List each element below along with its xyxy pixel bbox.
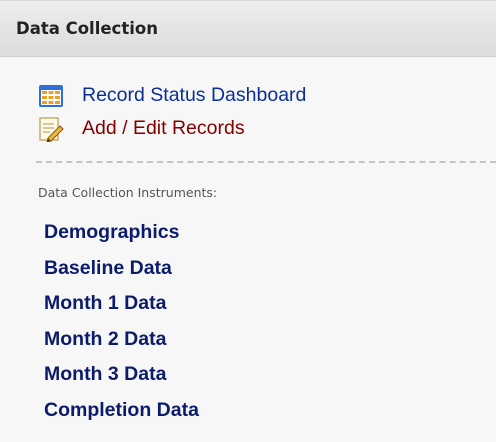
record-status-dashboard-link[interactable]: Record Status Dashboard	[38, 79, 496, 112]
add-edit-records-link[interactable]: Add / Edit Records	[38, 112, 496, 145]
instrument-link-baseline-data[interactable]: Baseline Data	[44, 251, 496, 287]
instrument-link-month-3-data[interactable]: Month 3 Data	[44, 357, 496, 393]
instrument-link-month-1-data[interactable]: Month 1 Data	[44, 286, 496, 322]
panel-body: Record Status Dashboard Add / Edit Recor…	[0, 57, 496, 428]
panel-title: Data Collection	[16, 19, 158, 38]
pencil-document-icon	[39, 116, 64, 142]
divider	[36, 161, 496, 163]
table-grid-icon	[39, 84, 63, 107]
instruments-heading: Data Collection Instruments:	[38, 185, 218, 200]
add-edit-records-label[interactable]: Add / Edit Records	[82, 117, 245, 140]
instrument-link-month-2-data[interactable]: Month 2 Data	[44, 322, 496, 358]
record-status-dashboard-label[interactable]: Record Status Dashboard	[82, 84, 306, 107]
panel-header: Data Collection	[0, 1, 496, 57]
instrument-link-completion-data[interactable]: Completion Data	[44, 393, 496, 429]
data-collection-panel: Data Collection Record Status Dashboard …	[0, 0, 496, 442]
instrument-link-demographics[interactable]: Demographics	[44, 215, 496, 251]
instrument-list: Demographics Baseline Data Month 1 Data …	[44, 215, 496, 428]
